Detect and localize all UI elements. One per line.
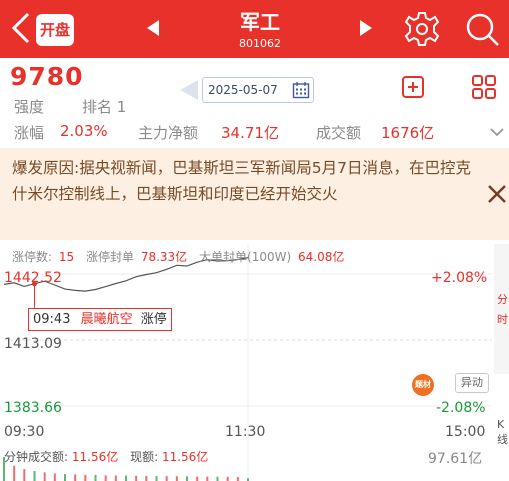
netflow-value: 34.71亿 [221,124,279,142]
anomaly-button[interactable]: 异动 [455,373,489,393]
volume-bar [104,475,107,481]
rank-info: 排名 1 [82,96,126,117]
volume-bar [165,476,168,481]
volume-bar [196,476,199,481]
volume-bar [226,476,229,481]
volume-bar [216,476,219,481]
volume-bar [84,474,87,481]
calendar-icon [292,82,310,99]
search-icon[interactable] [462,9,502,49]
rank-label: 排名 [82,98,113,116]
turnover-label: 成交额 [316,124,362,142]
limitup-seal-value: 78.33亿 [140,250,188,264]
turnover-value: 1676亿 [381,124,435,142]
change-label: 涨幅 [14,124,45,142]
volume-bar [13,465,16,481]
volume-legend: 分钟成交额: 11.56亿 现额: 11.56亿 [4,448,216,465]
date-prev-icon[interactable] [178,78,200,102]
limitup-tooltip[interactable]: 09:43 晨曦航空 涨停 [28,308,172,331]
chart-legend: 涨停数: 15 涨停封单 78.33亿 大单封单(100W) 64.08亿 [12,248,352,265]
volume-bar [175,476,178,481]
next-sector-icon[interactable] [358,19,374,37]
volume-bar [135,475,138,481]
page-title: 军工 [240,10,280,34]
volume-now-label: 现额: [130,450,159,464]
sector-code: 801062 [239,37,281,50]
y-tick-base: 1413.09 [4,336,62,352]
tooltip-stock: 晨曦航空 [80,312,133,327]
date-picker[interactable]: 2025-05-07 [202,77,314,103]
grid-menu-icon[interactable] [471,74,497,100]
y-tick-high: 1442.52 [4,270,62,286]
volume-bar [23,469,26,481]
chevron-down-icon[interactable] [488,124,506,140]
strength-label: 强度 [14,98,45,116]
x-tick-close: 15:00 [445,424,486,440]
stats-row: 涨幅 2.03% 主力净额 34.71亿 成交额 1676亿 [0,122,509,144]
volume-bar [43,472,46,481]
close-icon[interactable] [486,182,508,206]
add-watchlist-icon[interactable] [400,74,426,100]
tooltip-time: 09:43 [33,312,71,327]
date-text: 2025-05-07 [208,83,278,97]
side-tab-text: 分时 [497,293,508,326]
hot-topic-icon[interactable]: 题材 [412,374,434,396]
volume-max-label: 97.61亿 [428,451,483,467]
side-k-tab[interactable]: K线 [497,418,509,447]
limitup-seal-label: 涨停封单 [85,250,134,264]
y-pct-low: -2.08% [436,400,486,416]
x-tick-open: 09:30 [4,424,45,440]
volume-bar [74,474,77,481]
volume-now-value: 11.56亿 [161,450,209,464]
top-bar: 开盘 军工 801062 [0,0,509,58]
volume-bar [114,475,117,481]
back-icon[interactable] [6,8,36,48]
bigorder-value: 64.08亿 [297,250,345,264]
volume-bar [186,476,188,481]
bigorder-label: 大单封单(100W) [199,250,292,264]
volume-bar [206,476,209,481]
limitup-count-label: 涨停数: [12,250,53,264]
previous-sector-icon[interactable] [145,19,161,37]
news-text: 爆发原因:据央视新闻，巴基斯坦三军新闻局5月7日消息，在巴控克什米尔控制线上，巴… [12,159,471,203]
volume-bar [125,475,127,481]
x-tick-mid: 11:30 [225,424,266,440]
y-pct-high: +2.08% [431,270,488,286]
volume-bar [33,470,36,481]
netflow-label: 主力净额 [138,124,199,142]
volume-bar [94,474,97,481]
gear-icon[interactable] [402,9,442,49]
volume-bar [53,473,56,481]
volume-bar [155,476,158,481]
volume-value: 11.56亿 [71,450,119,464]
volume-bar [145,475,148,481]
strength-value: 9780 [10,62,84,91]
volume-bar [236,477,239,481]
volume-label: 分钟成交额: [4,450,69,464]
app-logo: 开盘 [36,14,74,46]
change-value: 2.03% [60,122,108,140]
y-tick-low: 1383.66 [4,400,62,416]
volume-bar [64,474,66,481]
news-banner[interactable]: 爆发原因:据央视新闻，巴基斯坦三军新闻局5月7日消息，在巴控克什米尔控制线上，巴… [0,148,509,240]
tooltip-tag: 涨停 [140,312,167,327]
rank-value: 1 [116,98,127,116]
limitup-count-value: 15 [58,250,75,264]
